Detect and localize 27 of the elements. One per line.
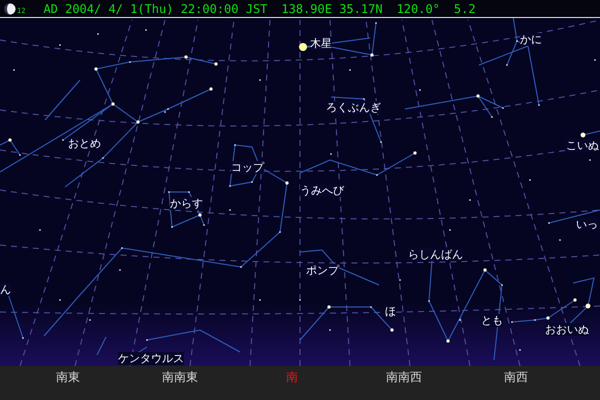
planet-label: 木星 bbox=[310, 37, 332, 50]
compass-label: 南東 bbox=[55, 369, 81, 386]
constellation-label: おおいぬ bbox=[545, 323, 589, 336]
compass-label: 南南西 bbox=[385, 369, 423, 386]
constellation-label: おとめ bbox=[68, 137, 101, 150]
constellation-label: らしんばん bbox=[408, 248, 463, 261]
status-reading: 138.90E 35.17N bbox=[281, 2, 383, 16]
status-reading: 120.0° bbox=[396, 2, 440, 16]
status-reading: AD 2004/ 4/ 1(Thu) 22:00:00 JST bbox=[43, 2, 268, 16]
planet-dot bbox=[299, 43, 307, 51]
constellation-label: ろくぶんぎ bbox=[326, 101, 381, 114]
constellation-label: いっ bbox=[576, 218, 598, 231]
status-reading: 5.2 bbox=[454, 2, 476, 16]
constellation-label: ほ bbox=[385, 305, 396, 318]
compass-label: 南南東 bbox=[161, 369, 199, 386]
constellation-label: かに bbox=[520, 33, 542, 46]
compass-label: 南西 bbox=[503, 369, 529, 386]
constellation-label: ん bbox=[0, 283, 11, 296]
constellation-label: コップ bbox=[231, 161, 264, 174]
constellation-label: ケンタウルス bbox=[118, 352, 184, 365]
moon-icon bbox=[4, 2, 16, 14]
compass-label: 南 bbox=[285, 369, 299, 386]
constellation-label: うみへび bbox=[300, 184, 344, 197]
constellation-label: とも bbox=[481, 314, 503, 327]
constellation-label: ポンプ bbox=[306, 264, 339, 277]
constellation-label: からす bbox=[170, 197, 203, 210]
constellation-label: こいぬ bbox=[566, 139, 599, 152]
